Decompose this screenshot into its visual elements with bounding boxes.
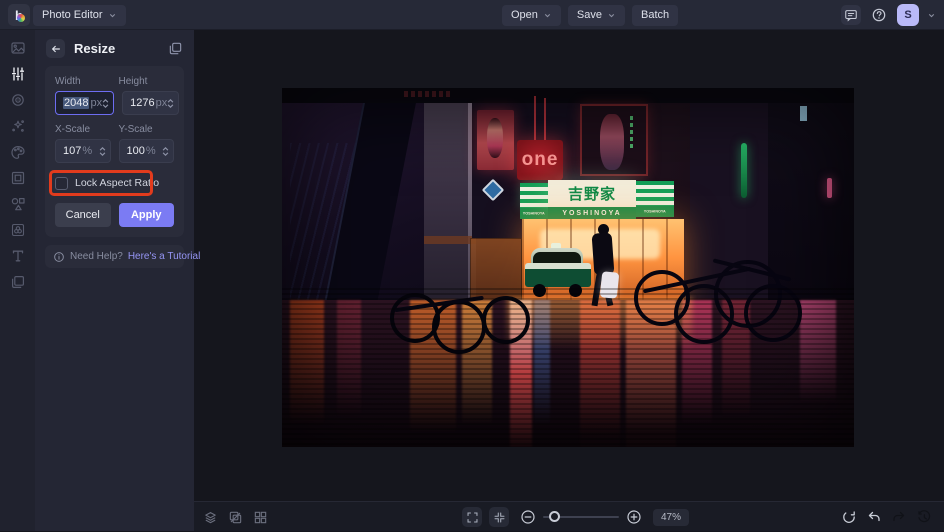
zoom-slider-knob[interactable]: [549, 511, 560, 522]
befunky-logo[interactable]: b: [8, 4, 30, 26]
height-label: Height: [119, 76, 175, 87]
apply-to-pages-icon[interactable]: [168, 41, 183, 56]
logo-rainbow-dot: [17, 14, 25, 22]
tutorial-help-box[interactable]: Need Help? Here's a Tutorial: [45, 245, 184, 268]
history-icon[interactable]: [916, 509, 932, 525]
help-icon[interactable]: [869, 5, 889, 25]
chevron-down-icon: [543, 11, 552, 20]
history-controls-group: [841, 502, 932, 532]
height-stepper[interactable]: [167, 99, 174, 108]
xscale-unit: %: [82, 145, 92, 157]
save-button[interactable]: Save: [568, 5, 625, 26]
zoom-level-badge: 47%: [653, 509, 689, 526]
top-bar: b Photo Editor Open Save Batch: [0, 0, 944, 30]
xscale-value: 107: [63, 145, 81, 157]
file-actions-group: Open Save Batch: [502, 5, 678, 26]
cancel-button[interactable]: Cancel: [55, 203, 111, 227]
frames-icon[interactable]: [5, 169, 31, 186]
xscale-stepper[interactable]: [99, 147, 106, 156]
canvas-area[interactable]: one YOSHINOYA 吉野家 YOSHINOYA YOSHINOYA: [194, 30, 944, 501]
photo-canvas-image[interactable]: one YOSHINOYA 吉野家 YOSHINOYA YOSHINOYA: [282, 88, 854, 447]
lock-aspect-ratio-label: Lock Aspect Ratio: [75, 177, 159, 189]
fullscreen-icon[interactable]: [462, 507, 482, 527]
text-icon[interactable]: [5, 247, 31, 264]
save-label: Save: [577, 9, 602, 21]
reset-icon[interactable]: [841, 509, 857, 525]
tutorial-link[interactable]: Here's a Tutorial: [128, 251, 201, 262]
xscale-input[interactable]: 107%: [55, 139, 111, 163]
open-label: Open: [511, 9, 538, 21]
image-manager-icon[interactable]: [5, 39, 31, 56]
layers-icon[interactable]: [5, 273, 31, 290]
avatar-letter: S: [904, 9, 911, 21]
back-button[interactable]: [46, 39, 65, 58]
height-unit: px: [156, 97, 168, 109]
account-avatar[interactable]: S: [897, 4, 919, 26]
yscale-unit: %: [146, 145, 156, 157]
topbar-right-group: S: [841, 4, 936, 26]
effects-sparkle-icon[interactable]: [5, 117, 31, 134]
grid-view-icon[interactable]: [253, 510, 268, 525]
touchup-icon[interactable]: [5, 91, 31, 108]
zoom-controls-group: 47%: [462, 502, 689, 532]
xscale-label: X-Scale: [55, 124, 111, 135]
width-value-selected: 2048: [63, 97, 89, 109]
yscale-input[interactable]: 100%: [119, 139, 175, 163]
batch-label: Batch: [641, 9, 669, 21]
resize-form-card: Width Height 2048px 1276px X-Scale Y-S: [45, 66, 184, 237]
undo-icon[interactable]: [866, 509, 882, 525]
chevron-down-icon: [108, 11, 117, 20]
photo-vignette: [282, 88, 854, 447]
height-value: 1276: [130, 97, 154, 109]
panel-title: Resize: [74, 41, 115, 56]
cancel-label: Cancel: [66, 209, 100, 221]
overlays-icon[interactable]: [5, 221, 31, 238]
edit-sliders-icon[interactable]: [5, 65, 31, 82]
resize-panel-header: Resize: [35, 30, 194, 64]
info-icon: [53, 251, 65, 263]
width-stepper[interactable]: [102, 99, 109, 108]
width-input[interactable]: 2048px: [55, 91, 114, 115]
batch-button[interactable]: Batch: [632, 5, 678, 26]
photo-editor-menu[interactable]: Photo Editor: [33, 5, 126, 26]
photo-editor-label: Photo Editor: [42, 9, 103, 21]
lock-aspect-ratio-row: Lock Aspect Ratio: [55, 175, 174, 191]
open-button[interactable]: Open: [502, 5, 561, 26]
redo-icon[interactable]: [891, 509, 907, 525]
width-unit: px: [90, 97, 102, 109]
yscale-stepper[interactable]: [162, 147, 169, 156]
account-chevron-down-icon[interactable]: [927, 11, 936, 20]
fit-screen-icon[interactable]: [489, 507, 509, 527]
graphics-shapes-icon[interactable]: [5, 195, 31, 212]
need-help-text: Need Help?: [70, 251, 123, 262]
compare-icon[interactable]: [228, 510, 243, 525]
canvas-column: one YOSHINOYA 吉野家 YOSHINOYA YOSHINOYA: [194, 30, 944, 531]
bottom-toolbar: 47%: [194, 501, 944, 531]
bottombar-left-group: [203, 502, 268, 532]
tools-sidebar: [0, 30, 35, 531]
layers-stack-icon[interactable]: [203, 510, 218, 525]
lock-aspect-ratio-checkbox[interactable]: [55, 177, 68, 190]
yscale-value: 100: [127, 145, 145, 157]
zoom-in-icon[interactable]: [626, 509, 642, 525]
chevron-down-icon: [607, 11, 616, 20]
apply-button[interactable]: Apply: [119, 203, 175, 227]
width-label: Width: [55, 76, 111, 87]
resize-panel: Resize Width Height 2048px 1276px: [35, 30, 194, 531]
height-input[interactable]: 1276px: [122, 91, 179, 115]
zoom-slider[interactable]: [543, 516, 619, 518]
apply-label: Apply: [131, 209, 162, 221]
zoom-out-icon[interactable]: [520, 509, 536, 525]
artsy-palette-icon[interactable]: [5, 143, 31, 160]
yscale-label: Y-Scale: [119, 124, 175, 135]
feedback-message-icon[interactable]: [841, 5, 861, 25]
